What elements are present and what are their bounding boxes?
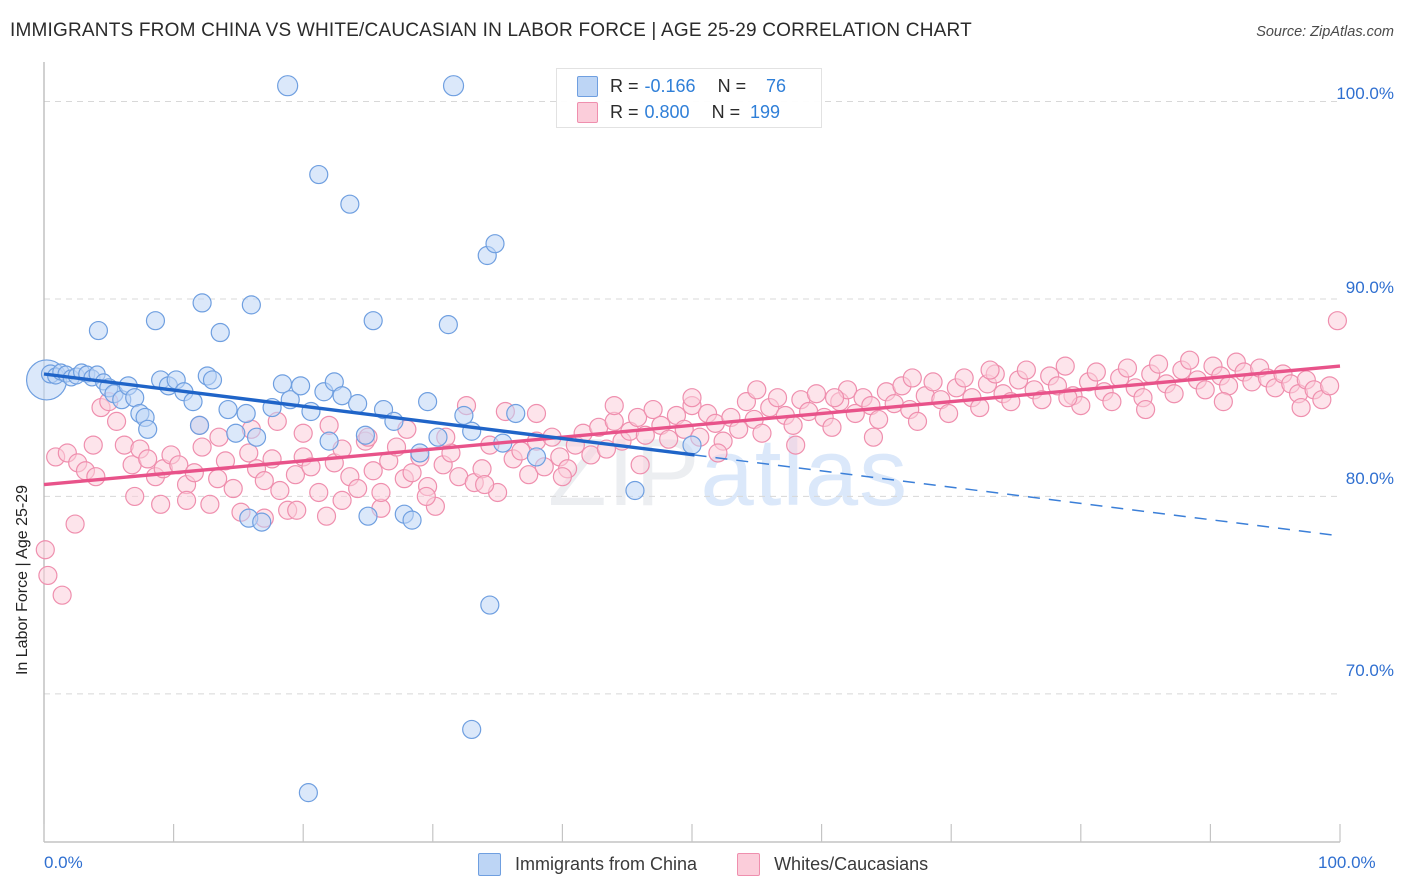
series-legend-item-china[interactable]: Immigrants from China: [478, 852, 698, 876]
y-tick-70: 70.0%: [1345, 661, 1394, 680]
correlation-chart: IMMIGRANTS FROM CHINA VS WHITE/CAUCASIAN…: [0, 0, 1406, 892]
stats-legend: R = -0.166 N = 76 R = 0.800 N = 199: [556, 68, 822, 128]
x-tick-100: 100.0%: [1318, 853, 1376, 872]
stats-legend-row-china: R = -0.166 N = 76: [577, 73, 786, 99]
r-value-china: -0.166: [644, 75, 696, 96]
x-axis-ticks: [43, 824, 1341, 842]
legend-swatch-whites: [577, 101, 598, 123]
x-tick-0: 0.0%: [44, 853, 83, 872]
y-tick-80: 80.0%: [1345, 469, 1394, 488]
y-tick-90: 90.0%: [1345, 278, 1394, 297]
series-swatch-whites: [737, 852, 761, 876]
y-tick-100: 100.0%: [1336, 84, 1394, 103]
stats-legend-row-whites: R = 0.800 N = 199: [577, 99, 780, 125]
series-label-whites: Whites/Caucasians: [774, 853, 929, 874]
r-value-whites: 0.800: [644, 101, 690, 122]
series-legend-item-whites[interactable]: Whites/Caucasians: [737, 852, 929, 876]
n-label-china: N =: [717, 75, 747, 96]
n-value-whites: 199: [750, 101, 781, 122]
legend-swatch-china: [577, 75, 598, 97]
series-legend: Immigrants from China Whites/Caucasians: [478, 850, 968, 878]
scatter-points-whites: [35, 311, 1348, 605]
r-label-china: R =: [610, 75, 639, 96]
series-label-china: Immigrants from China: [515, 853, 698, 874]
plot-canvas: [25, 62, 1348, 843]
n-label-whites: N =: [711, 101, 741, 122]
r-label-whites: R =: [610, 101, 639, 122]
series-swatch-china: [478, 852, 501, 876]
n-value-china: 76: [766, 75, 787, 96]
